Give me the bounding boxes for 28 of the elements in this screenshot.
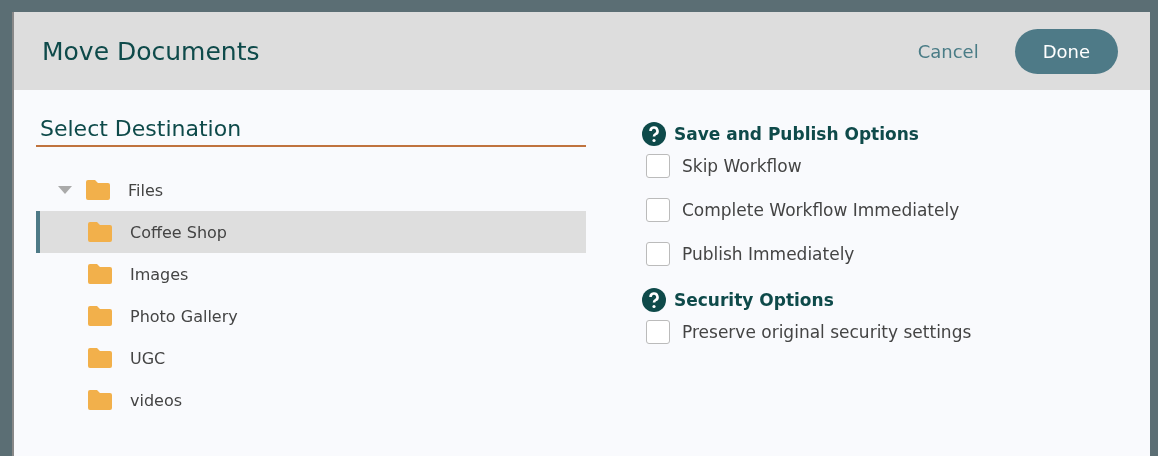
folder-icon (86, 389, 114, 411)
checkbox-label[interactable]: Preserve original security settings (682, 322, 972, 342)
folder-icon (86, 221, 114, 243)
section-title: Save and Publish Options (674, 124, 919, 144)
section-title: Select Destination (36, 116, 586, 147)
tree-item[interactable]: Photo Gallery (36, 295, 586, 337)
folder-icon (84, 179, 112, 201)
help-icon[interactable] (642, 122, 666, 146)
section-title: Security Options (674, 290, 834, 310)
folder-icon (86, 305, 114, 327)
tree-item[interactable]: Coffee Shop (36, 211, 586, 253)
tree-item[interactable]: Images (36, 253, 586, 295)
checkbox-label[interactable]: Skip Workflow (682, 156, 802, 176)
folder-icon (86, 347, 114, 369)
tree-item[interactable]: videos (36, 379, 586, 421)
checkbox[interactable] (646, 320, 670, 344)
checkbox-label[interactable]: Complete Workflow Immediately (682, 200, 960, 220)
tree-item[interactable]: UGC (36, 337, 586, 379)
folder-icon (86, 263, 114, 285)
checkbox[interactable] (646, 198, 670, 222)
caret-icon[interactable] (58, 186, 72, 194)
tree-item[interactable]: Files (36, 169, 586, 211)
checkbox[interactable] (646, 154, 670, 178)
done-button[interactable]: Done (1014, 28, 1118, 74)
checkbox-label[interactable]: Publish Immediately (682, 244, 855, 264)
checkbox[interactable] (646, 242, 670, 266)
help-icon[interactable] (642, 288, 666, 312)
dialog-title: Move Documents (42, 36, 261, 66)
